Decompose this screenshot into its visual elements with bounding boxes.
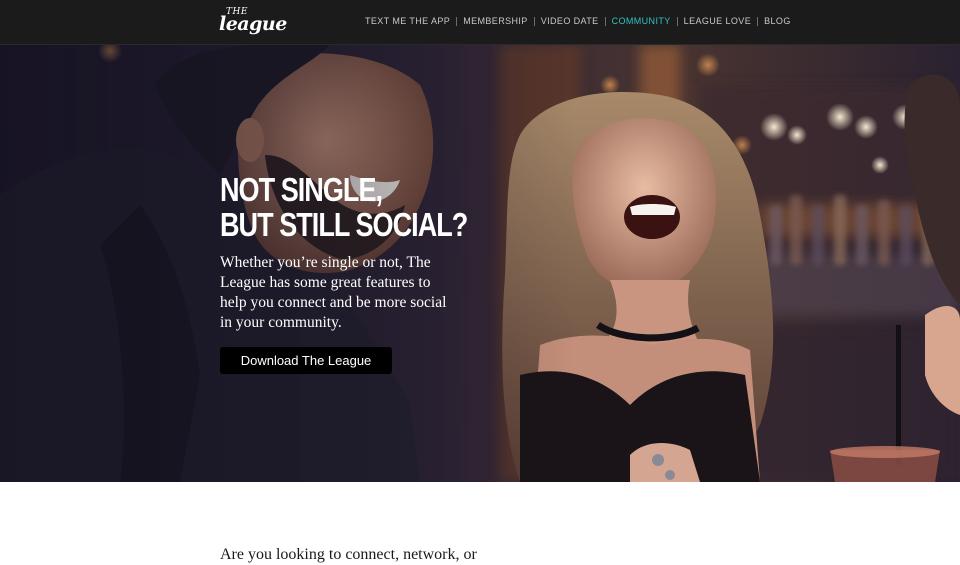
logo-league-text: league	[219, 13, 287, 35]
top-navbar: THE league TEXT ME THE APP MEMBERSHIP VI…	[0, 0, 960, 45]
hero-title: NOT SINGLE, BUT STILL SOCIAL?	[220, 171, 468, 243]
main-nav: TEXT ME THE APP MEMBERSHIP VIDEO DATE CO…	[359, 14, 797, 28]
download-the-league-button[interactable]: Download The League	[220, 347, 392, 374]
hero-overlay	[0, 45, 960, 482]
nav-item-blog[interactable]: BLOG	[758, 15, 797, 27]
league-logo[interactable]: THE league	[219, 7, 287, 39]
hero-section: NOT SINGLE, BUT STILL SOCIAL? Whether yo…	[0, 45, 960, 482]
hero-title-line-1: NOT SINGLE,	[220, 171, 383, 208]
nav-item-text-me-the-app[interactable]: TEXT ME THE APP	[359, 15, 456, 27]
intro-paragraph: Are you looking to connect, network, or	[220, 546, 477, 563]
nav-item-membership[interactable]: MEMBERSHIP	[457, 15, 534, 27]
nav-item-community[interactable]: COMMUNITY	[606, 15, 677, 27]
nav-item-video-date[interactable]: VIDEO DATE	[535, 15, 605, 27]
hero-title-line-2: BUT STILL SOCIAL?	[220, 206, 468, 243]
hero-description: Whether you’re single or not, The League…	[220, 254, 447, 331]
nav-item-league-love[interactable]: LEAGUE LOVE	[678, 15, 757, 27]
